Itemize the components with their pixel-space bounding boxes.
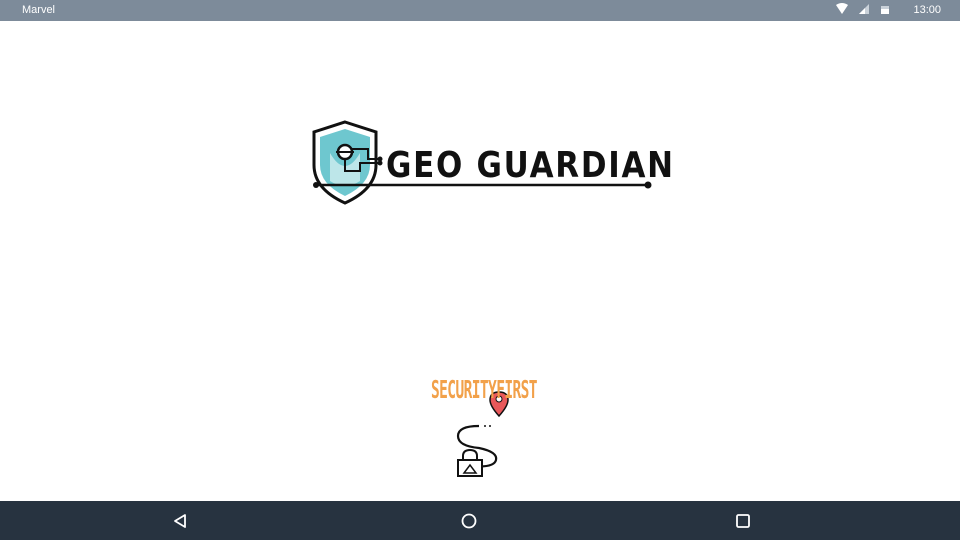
recents-icon <box>736 514 750 528</box>
lock-icon <box>457 448 483 477</box>
splash-screen: GEO GUARDIAN SECURITYFIRST <box>0 21 960 501</box>
home-icon <box>461 513 477 529</box>
status-clock: 13:00 <box>913 4 941 16</box>
home-button[interactable] <box>457 509 481 533</box>
navigation-bar <box>0 501 960 540</box>
status-icons <box>836 3 890 15</box>
wifi-icon <box>836 3 848 14</box>
shield-icon <box>312 120 383 205</box>
back-icon <box>174 514 186 528</box>
cell-signal-icon <box>859 4 869 14</box>
app-title: GEO GUARDIAN <box>386 145 675 186</box>
recents-button[interactable] <box>731 509 755 533</box>
battery-icon <box>881 6 889 14</box>
carrier-label: Marvel <box>22 4 56 16</box>
back-button[interactable] <box>168 509 192 533</box>
partner-name: SECURITYFIRST <box>431 375 538 404</box>
status-bar: Marvel 13:00 <box>0 0 960 21</box>
